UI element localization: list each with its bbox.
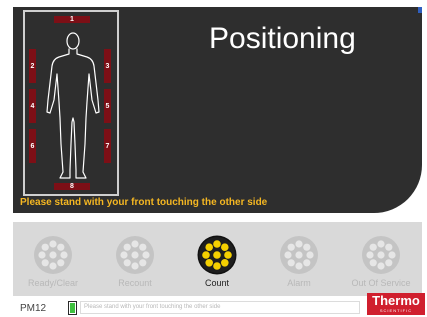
- electrode-1: 1: [54, 16, 90, 23]
- electrode-8: 8: [54, 183, 90, 190]
- recount-button[interactable]: Recount: [95, 222, 175, 296]
- panel-corner-marker: [418, 7, 422, 13]
- page-title: Positioning: [209, 22, 356, 55]
- detector-icon: [280, 236, 318, 274]
- ready-clear-button[interactable]: Ready/Clear: [13, 222, 93, 296]
- electrode-4: 4: [29, 89, 36, 123]
- detector-icon: [116, 236, 154, 274]
- electrode-2: 2: [29, 49, 36, 83]
- detector-icon: [34, 236, 72, 274]
- device-id: PM12: [20, 303, 47, 314]
- body-position-frame: 1 2 3 4 5 6 7 8: [23, 10, 119, 196]
- positioning-panel: 1 2 3 4 5 6 7 8 Positioning Please stand…: [13, 7, 422, 213]
- ready-clear-label: Ready/Clear: [27, 278, 79, 288]
- brand-tagline: SCIENTIFIC: [379, 308, 413, 313]
- detector-icon: [362, 236, 400, 274]
- alarm-button[interactable]: Alarm: [259, 222, 339, 296]
- electrode-6: 6: [29, 129, 36, 163]
- count-button[interactable]: Count: [177, 222, 257, 296]
- status-message-field: Please stand with your front touching th…: [80, 301, 360, 314]
- action-button-bar: Ready/Clear Recount Count Alarm Out Of S…: [13, 222, 422, 296]
- instruction-text: Please stand with your front touching th…: [20, 197, 268, 208]
- recount-label: Recount: [118, 278, 152, 288]
- out-of-service-button[interactable]: Out Of Service: [341, 222, 421, 296]
- brand-name: Thermo: [372, 293, 420, 308]
- detector-icon: [197, 235, 237, 275]
- brand-logo: Thermo SCIENTIFIC: [367, 293, 425, 315]
- human-silhouette-icon: [46, 32, 100, 179]
- status-bar: PM12 Please stand with your front touchi…: [0, 300, 427, 317]
- alarm-label: Alarm: [287, 278, 311, 288]
- out-of-service-label: Out Of Service: [351, 278, 411, 288]
- battery-level-fill: [70, 303, 75, 313]
- battery-icon: [68, 301, 77, 315]
- count-label: Count: [204, 278, 230, 288]
